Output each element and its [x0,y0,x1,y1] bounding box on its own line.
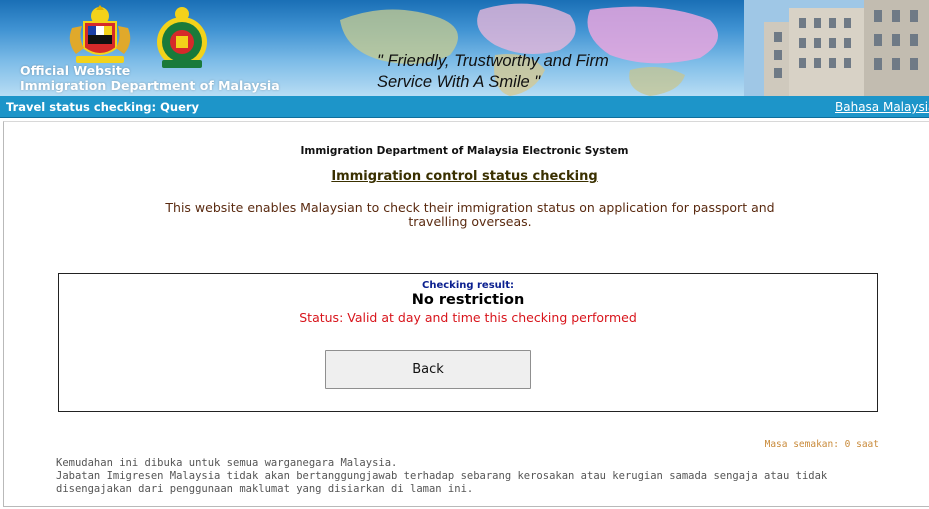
language-switch-link[interactable]: Bahasa Malaysia [835,100,929,114]
footer-line-1: Kemudahan ini dibuka untuk semua wargane… [56,457,398,469]
official-website-title: Official Website Immigration Department … [20,63,280,93]
official-line-1: Official Website [20,63,131,78]
footer-line-2: Jabatan Imigresen Malaysia tidak akan be… [56,470,828,482]
back-button[interactable]: Back [325,350,531,389]
result-label: Checking result: [422,280,514,291]
slogan: " Friendly, Trustworthy and Firm Service… [377,51,609,93]
building-image [744,0,929,96]
system-name: Immigration Department of Malaysia Elect… [300,145,629,157]
page-breadcrumb: Travel status checking: Query [6,100,200,114]
coat-of-arms-logo [69,5,131,63]
footer-disclaimer: Kemudahan ini dibuka untuk semua wargane… [56,457,856,496]
result-box: Checking result: No restriction Status: … [58,273,878,412]
result-value: No restriction [411,292,525,308]
official-line-2: Immigration Department of Malaysia [20,78,280,93]
status-text: Status: Valid at day and time this check… [299,310,637,325]
footer-line-3: disengajakan dari penggunaan maklumat ya… [56,483,474,495]
check-duration-text: Masa semakan: 0 saat [764,439,879,450]
intro-text: This website enables Malaysian to check … [165,200,775,229]
slogan-line-1: " Friendly, Trustworthy and Firm [377,52,609,70]
page-title: Immigration control status checking [331,169,598,184]
nav-bar: Travel status checking: Query Bahasa Mal… [0,96,929,118]
slogan-line-2: Service With A Smile " [377,73,541,91]
header-banner: Official Website Immigration Department … [0,0,929,96]
immigration-badge-logo [157,7,207,68]
